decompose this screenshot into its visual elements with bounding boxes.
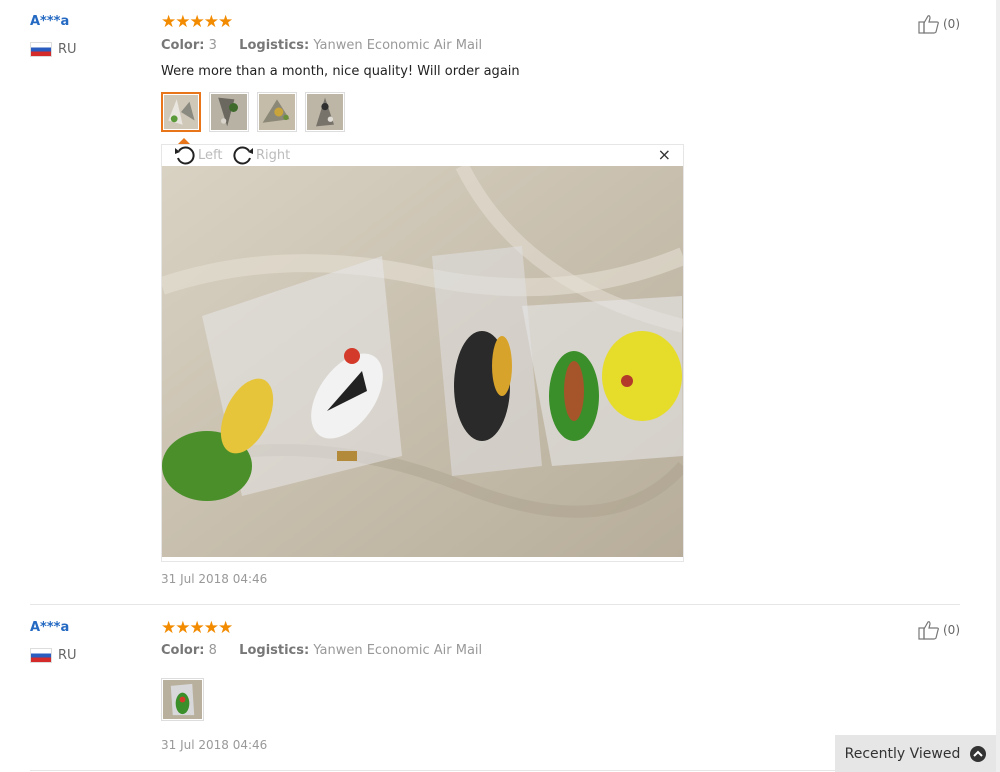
reviewer-country: RU xyxy=(30,648,77,663)
rating-stars: ★★★★★ xyxy=(161,618,233,638)
color-label: Color: xyxy=(161,38,205,53)
viewer-toolbar: Left Right × xyxy=(162,145,683,166)
russia-flag-icon xyxy=(30,42,52,57)
review-meta: Color: 3 Logistics: Yanwen Economic Air … xyxy=(161,38,482,53)
close-icon[interactable]: × xyxy=(658,147,671,163)
photo-thumbnail[interactable] xyxy=(161,678,204,721)
logistics-label: Logistics: xyxy=(239,38,310,53)
photo-viewer: Left Right × xyxy=(161,144,684,562)
color-value: 3 xyxy=(208,38,217,53)
color-value: 8 xyxy=(208,643,217,658)
rating-stars: ★★★★★ xyxy=(161,12,233,32)
rotate-left-button[interactable]: Left xyxy=(174,145,222,165)
review-date: 31 Jul 2018 04:46 xyxy=(161,572,268,586)
chevron-up-icon xyxy=(970,745,987,762)
rotate-right-label: Right xyxy=(256,147,291,163)
reviewer-country: RU xyxy=(30,42,77,57)
reviewer-name[interactable]: A***a xyxy=(30,14,69,29)
like-count: (0) xyxy=(943,17,960,31)
recently-viewed-button[interactable]: Recently Viewed xyxy=(835,735,996,772)
review-item: A***a RU ★★★★★ Color: 8 Logistics: Yanwe… xyxy=(30,605,960,770)
rotate-left-label: Left xyxy=(198,147,223,163)
recently-viewed-label: Recently Viewed xyxy=(844,745,961,762)
photo-thumbnail[interactable] xyxy=(209,92,249,132)
country-code: RU xyxy=(58,42,77,57)
review-photo xyxy=(162,166,683,557)
rotate-right-icon xyxy=(233,146,253,165)
like-button[interactable]: (0) xyxy=(918,620,960,640)
like-count: (0) xyxy=(943,623,960,637)
review-meta: Color: 8 Logistics: Yanwen Economic Air … xyxy=(161,643,482,658)
photo-thumbnails xyxy=(161,678,204,721)
photo-thumbnail[interactable] xyxy=(257,92,297,132)
photo-thumbnails xyxy=(161,92,345,132)
russia-flag-icon xyxy=(30,648,52,663)
photo-thumbnail[interactable] xyxy=(161,92,201,132)
like-button[interactable]: (0) xyxy=(918,14,960,34)
logistics-value: Yanwen Economic Air Mail xyxy=(313,38,483,53)
logistics-label: Logistics: xyxy=(239,643,310,658)
rotate-right-button[interactable]: Right xyxy=(232,145,290,165)
review-comment: Were more than a month, nice quality! Wi… xyxy=(161,64,520,79)
photo-thumbnail[interactable] xyxy=(305,92,345,132)
review-date: 31 Jul 2018 04:46 xyxy=(161,738,268,752)
color-label: Color: xyxy=(161,643,205,658)
thumbs-up-icon xyxy=(918,621,939,640)
logistics-value: Yanwen Economic Air Mail xyxy=(313,643,483,658)
thumbs-up-icon xyxy=(918,15,939,34)
rotate-left-icon xyxy=(175,146,195,165)
review-divider xyxy=(30,770,960,771)
reviewer-name[interactable]: A***a xyxy=(30,620,69,635)
country-code: RU xyxy=(58,648,77,663)
scrollbar[interactable] xyxy=(996,0,1000,772)
